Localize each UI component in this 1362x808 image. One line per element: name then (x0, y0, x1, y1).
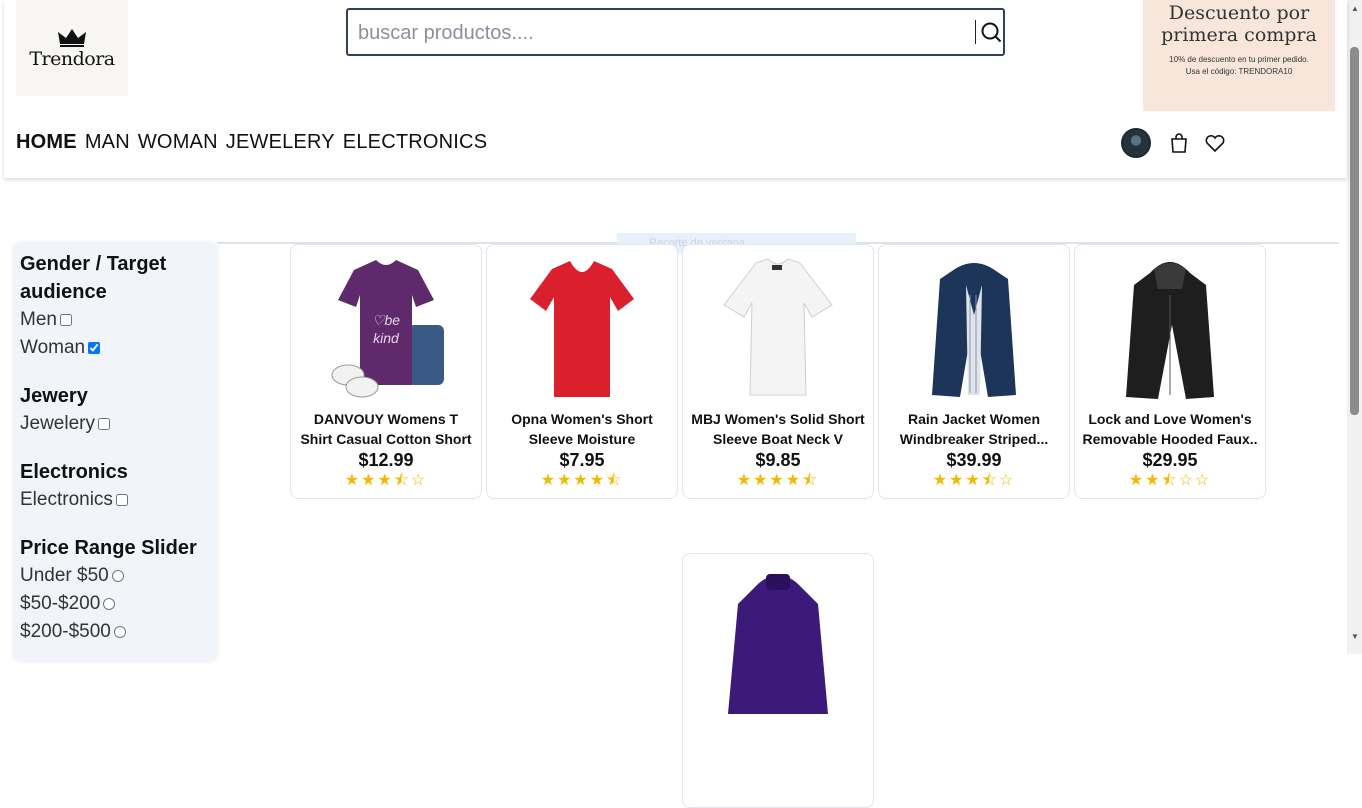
product-image: ♡be kind (331, 260, 444, 398)
crown-icon (58, 29, 86, 47)
product-image (932, 263, 1016, 397)
product-image (1126, 262, 1214, 399)
product-title: Lock and Love Women's Removable Hooded F… (1082, 411, 1258, 447)
filter-option-men[interactable]: Men (20, 306, 209, 334)
filter-option-label: Electronics (20, 489, 113, 510)
product-price: $29.95 (1142, 450, 1198, 470)
nav-electronics[interactable]: ELECTRONICS (343, 131, 487, 154)
search-bar (346, 8, 1005, 56)
filter-option-label: $200-$500 (20, 621, 111, 642)
product-image (530, 261, 634, 397)
filter-option-electronics[interactable]: Electronics (20, 486, 209, 514)
price-option-under-50[interactable]: Under $50 (20, 562, 209, 590)
promo-title-line2: primera compra (1161, 24, 1317, 46)
product-image (723, 258, 833, 396)
product-card[interactable]: Rain Jacket Women Windbreaker Striped...… (878, 244, 1070, 499)
product-rating: ★★★⯪☆ (344, 472, 428, 489)
woman-checkbox[interactable] (88, 342, 101, 354)
product-card[interactable]: Opna Women's Short Sleeve Moisture $7.95… (486, 244, 678, 499)
product-card[interactable]: ♡be kind DANVOUY Womens T Shirt Casual C… (290, 244, 482, 499)
200-500-radio[interactable] (113, 626, 126, 638)
promo-subtitle-line1: 10% de descuento en tu primer pedido. (1169, 55, 1309, 64)
men-checkbox[interactable] (59, 314, 72, 326)
product-rating: ★★★⯪☆ (932, 472, 1016, 489)
search-input[interactable] (356, 18, 966, 48)
product-price: $7.95 (559, 450, 605, 470)
svg-text:♡be: ♡be (372, 312, 400, 328)
page-scrollbar[interactable]: ▲ ▼ (1347, 0, 1362, 654)
filter-option-label: Jewelery (20, 413, 95, 434)
50-200-radio[interactable] (103, 598, 116, 610)
product-rating: ★★★★⯪ (540, 472, 624, 489)
header-actions (1121, 128, 1226, 158)
main-nav: HOME MAN WOMAN JEWELERY ELECTRONICS (16, 131, 487, 154)
nav-man[interactable]: MAN (85, 131, 130, 154)
product-price: $12.99 (358, 450, 414, 470)
search-icon[interactable] (980, 21, 1002, 43)
nav-woman[interactable]: WOMAN (138, 131, 218, 154)
filter-sidebar: Gender / Target audience Men Woman Jewer… (12, 242, 217, 662)
site-header: Trendora Descuento por primera compra 10… (4, 0, 1347, 178)
under-50-radio[interactable] (111, 570, 124, 582)
product-price: $9.85 (755, 450, 801, 470)
product-price: $39.99 (946, 450, 1002, 470)
filter-title: Gender / Target audience (20, 253, 167, 303)
product-rating: ★★★★⯪ (736, 472, 820, 489)
scroll-up-icon[interactable]: ▲ (1351, 4, 1359, 13)
product-card[interactable]: Lock and Love Women's Removable Hooded F… (1074, 244, 1266, 499)
product-title: MBJ Women's Solid Short Sleeve Boat Neck… (691, 411, 865, 447)
product-card[interactable]: MBJ Women's Solid Short Sleeve Boat Neck… (682, 244, 874, 499)
promo-subtitle-line2: Usa el código: TRENDORA10 (1185, 67, 1293, 76)
nav-jewelery[interactable]: JEWELERY (226, 131, 335, 154)
brand-logo[interactable]: Trendora (16, 0, 128, 96)
price-option-50-200[interactable]: $50-$200 (20, 590, 209, 618)
product-title: DANVOUY Womens T Shirt Casual Cotton Sho… (300, 411, 472, 447)
filter-title: Jewery (20, 385, 88, 407)
filter-option-label: $50-$200 (20, 593, 101, 614)
scrollbar-thumb[interactable] (1350, 47, 1359, 415)
promo-banner[interactable]: Descuento por primera compra 10% de desc… (1143, 0, 1335, 111)
filter-option-label: Woman (20, 337, 86, 358)
promo-title: Descuento por primera compra (1143, 0, 1335, 46)
filter-option-label: Under $50 (20, 565, 109, 586)
avatar[interactable] (1121, 128, 1151, 158)
shopping-bag-icon[interactable] (1168, 132, 1190, 154)
price-option-200-500[interactable]: $200-$500 (20, 618, 209, 646)
filter-title: Electronics (20, 461, 128, 483)
brand-name: Trendora (29, 48, 115, 70)
heart-icon[interactable] (1204, 132, 1226, 154)
filter-group-price: Price Range Slider Under $50 $50-$200 $2… (20, 534, 209, 646)
electronics-checkbox[interactable] (115, 494, 128, 506)
product-rating: ★★⯪☆☆ (1128, 472, 1212, 489)
filter-option-jewelery[interactable]: Jewelery (20, 410, 209, 438)
product-image (728, 574, 828, 714)
svg-text:kind: kind (373, 330, 400, 346)
filter-group-gender: Gender / Target audience Men Woman (20, 250, 209, 362)
product-title: Opna Women's Short Sleeve Moisture (511, 411, 653, 447)
scroll-down-icon[interactable]: ▼ (1351, 632, 1359, 641)
jewelery-checkbox[interactable] (97, 418, 110, 430)
filter-title: Price Range Slider (20, 537, 197, 559)
promo-title-line1: Descuento por (1168, 2, 1310, 24)
filter-group-jewery: Jewery Jewelery (20, 382, 209, 438)
filter-option-label: Men (20, 309, 57, 330)
promo-subtitle: 10% de descuento en tu primer pedido. Us… (1143, 54, 1335, 78)
filter-group-electronics: Electronics Electronics (20, 458, 209, 514)
nav-home[interactable]: HOME (16, 131, 77, 154)
text-caret (975, 20, 976, 44)
product-title: Rain Jacket Women Windbreaker Striped... (899, 411, 1049, 447)
product-card[interactable] (682, 553, 874, 808)
filter-option-woman[interactable]: Woman (20, 334, 209, 362)
